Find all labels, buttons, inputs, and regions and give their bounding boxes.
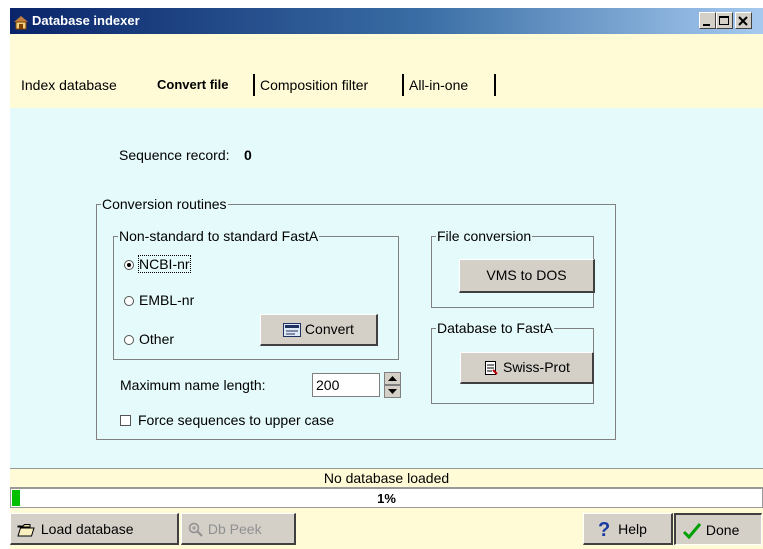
tab-label: All-in-one <box>409 77 469 93</box>
help-label: Help <box>618 521 647 537</box>
max-name-length-input[interactable]: 200 <box>312 373 380 397</box>
tab-strip: Index database Convert file Composition … <box>10 63 763 108</box>
tab-index-database[interactable]: Index database <box>17 74 121 96</box>
max-name-length-label: Maximum name length: <box>120 377 266 393</box>
done-button[interactable]: Done <box>674 513 762 545</box>
checkmark-icon <box>682 522 706 540</box>
db-peek-button[interactable]: Db Peek <box>181 513 296 545</box>
vms-to-dos-label: VMS to DOS <box>486 267 567 283</box>
progress-bar: 1% <box>10 488 763 508</box>
status-bar: No database loaded <box>10 468 763 488</box>
done-label: Done <box>705 522 740 538</box>
force-upper-case-checkbox[interactable]: Force sequences to upper case <box>120 412 334 428</box>
database-to-fasta-title: Database to FastA <box>436 320 554 336</box>
tab-convert-file[interactable]: Convert file <box>153 74 233 96</box>
tab-label: Index database <box>21 77 117 93</box>
vms-to-dos-button[interactable]: VMS to DOS <box>459 259 595 293</box>
document-icon <box>483 359 503 376</box>
convert-button-label: Convert <box>304 321 354 337</box>
maximize-button[interactable] <box>716 12 733 29</box>
status-text: No database loaded <box>323 470 450 486</box>
app-window: Database indexer Index database Convert … <box>10 8 763 549</box>
radio-indicator <box>124 260 134 270</box>
tab-separator <box>253 74 255 96</box>
progress-label: 1% <box>377 491 396 506</box>
spin-up-button[interactable] <box>384 372 401 385</box>
tab-composition-filter[interactable]: Composition filter <box>256 74 372 96</box>
force-upper-case-label: Force sequences to upper case <box>138 412 335 428</box>
swiss-prot-label: Swiss-Prot <box>502 359 570 375</box>
checkbox-box <box>120 415 131 426</box>
radio-embl-nr[interactable]: EMBL-nr <box>124 292 194 308</box>
bottom-toolbar: Load database Db Peek ? Help Done <box>10 508 763 549</box>
radio-indicator <box>124 335 134 345</box>
tab-separator <box>494 74 496 96</box>
file-conversion-title: File conversion <box>436 228 533 244</box>
radio-ncbi-nr[interactable]: NCBI-nr <box>124 255 191 273</box>
radio-label: Other <box>139 331 175 347</box>
sequence-record-value: 0 <box>244 147 252 163</box>
max-name-length-spinner[interactable] <box>384 372 401 400</box>
title-bar[interactable]: Database indexer <box>10 8 763 34</box>
swiss-prot-button[interactable]: Swiss-Prot <box>460 352 594 384</box>
close-button[interactable] <box>735 12 752 29</box>
spin-down-button[interactable] <box>384 385 401 398</box>
tab-separator <box>402 74 404 96</box>
sequence-record-label: Sequence record: <box>119 147 230 163</box>
load-database-button[interactable]: Load database <box>10 513 179 545</box>
window-title: Database indexer <box>32 13 140 28</box>
minimize-button[interactable] <box>699 12 716 29</box>
tab-all-in-one[interactable]: All-in-one <box>405 74 472 96</box>
db-peek-label: Db Peek <box>207 521 262 537</box>
load-database-label: Load database <box>40 521 134 537</box>
radio-label: NCBI-nr <box>138 255 191 273</box>
help-icon: ? <box>598 519 611 541</box>
folder-icon <box>17 521 39 537</box>
convert-button[interactable]: Convert <box>260 314 378 346</box>
radio-label: EMBL-nr <box>139 292 195 308</box>
radio-indicator <box>124 296 134 306</box>
radio-other[interactable]: Other <box>124 331 174 347</box>
help-button[interactable]: ? Help <box>583 513 673 545</box>
tab-label: Composition filter <box>260 77 369 93</box>
conversion-routines-title: Conversion routines <box>101 196 228 212</box>
tab-label: Convert file <box>157 77 229 92</box>
magnifier-icon <box>188 521 208 538</box>
max-name-length-value: 200 <box>316 377 340 393</box>
convert-icon <box>283 321 305 338</box>
nonstandard-title: Non-standard to standard FastA <box>118 228 320 244</box>
toolbar-area <box>10 34 763 63</box>
app-icon <box>13 13 29 30</box>
